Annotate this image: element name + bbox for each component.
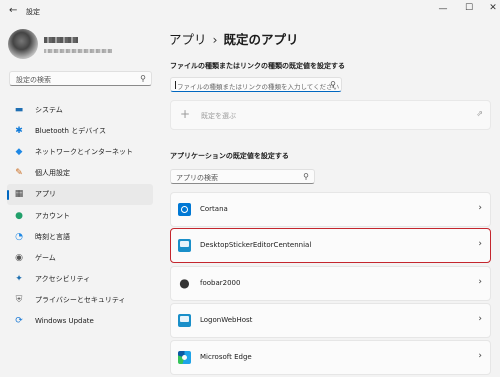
sidebar-item-7[interactable]: ◉ ゲーム (7, 247, 153, 268)
sidebar-item-label: アカウント (35, 211, 70, 220)
sidebar-item-label: 個人用設定 (35, 169, 70, 178)
app-row-logonwebhost[interactable]: LogonWebHost › (170, 303, 491, 338)
sidebar-item-icon: ✎ (15, 168, 23, 179)
chevron-right-icon: › (478, 314, 482, 324)
sidebar-item-icon: ✱ (15, 125, 23, 136)
settings-search-input[interactable]: 設定の検索 ⚲ (9, 71, 152, 86)
sidebar-item-icon: ⛨ (15, 295, 23, 306)
filetype-section-label: ファイルの種類またはリンクの種類の既定値を設定する (170, 62, 345, 70)
sidebar-item-icon: ✦ (15, 274, 23, 285)
sidebar-item-icon: ◔ (15, 231, 23, 242)
app-title: 設定 (26, 8, 40, 16)
app-search-input[interactable]: アプリの検索 ⚲ (170, 169, 315, 184)
sidebar-item-label: アクセシビリティ (35, 275, 91, 284)
breadcrumb-separator: › (212, 32, 218, 47)
back-arrow-icon[interactable]: ← (9, 5, 17, 16)
sidebar-nav: ▬ システム ✱ Bluetooth とデバイス ◆ ネットワークとインターネット ✎ 個人用… (7, 99, 153, 332)
sidebar-item-0[interactable]: ▬ システム (7, 99, 153, 120)
maximize-button[interactable]: ☐ (463, 3, 475, 13)
app-row-microsoft-edge[interactable]: Microsoft Edge › (170, 340, 491, 375)
open-external-icon: ⇗ (476, 109, 483, 118)
sidebar-item-1[interactable]: ✱ Bluetooth とデバイス (7, 120, 153, 141)
search-icon: ⚲ (140, 74, 146, 83)
settings-search-placeholder: 設定の検索 (16, 76, 51, 84)
app-row-cortana[interactable]: Cortana › (170, 192, 491, 227)
desktop-sticker-icon (178, 239, 191, 252)
text-caret (175, 81, 176, 89)
app-search-placeholder: アプリの検索 (176, 174, 218, 182)
chevron-right-icon: › (478, 239, 482, 249)
search-icon: ⚲ (303, 172, 309, 181)
chevron-right-icon: › (478, 203, 482, 213)
minimize-button[interactable]: — (437, 4, 449, 14)
alien-icon: ● (179, 276, 190, 290)
sidebar-item-6[interactable]: ◔ 時刻と言語 (7, 226, 153, 247)
close-button[interactable]: ✕ (487, 3, 499, 13)
plus-icon: + (180, 107, 191, 121)
sidebar-item-3[interactable]: ✎ 個人用設定 (7, 163, 153, 184)
choose-default-card[interactable]: + 既定を選ぶ ⇗ (170, 100, 491, 130)
user-name-redacted (44, 37, 78, 43)
sidebar-item-label: 時刻と言語 (35, 232, 70, 241)
sidebar-item-icon: ▬ (14, 104, 24, 115)
sidebar-item-label: Windows Update (35, 317, 94, 326)
apps-section-label: アプリケーションの既定値を設定する (170, 152, 289, 160)
cortana-icon (178, 203, 191, 216)
choose-default-label: 既定を選ぶ (201, 112, 236, 120)
app-name: foobar2000 (200, 279, 241, 287)
sidebar-item-4[interactable]: ▦ アプリ (7, 183, 153, 205)
filetype-search-input[interactable]: ファイルの種類またはリンクの種類を入力してください ⚲ (170, 77, 342, 92)
search-icon: ⚲ (330, 80, 336, 89)
sidebar-item-icon: ◆ (15, 146, 23, 157)
sidebar-item-label: ネットワークとインターネット (35, 147, 133, 156)
app-name: DesktopStickerEditorCentennial (200, 241, 312, 249)
sidebar-item-label: システム (35, 105, 63, 114)
sidebar-item-5[interactable]: ● アカウント (7, 205, 153, 226)
sidebar-item-10[interactable]: ⟳ Windows Update (7, 311, 153, 332)
logon-web-host-icon (178, 314, 191, 327)
page-title: 既定のアプリ (223, 32, 299, 47)
sidebar-item-icon: ● (15, 210, 23, 221)
app-name: Cortana (200, 205, 228, 213)
chevron-right-icon: › (478, 351, 482, 361)
sidebar-item-9[interactable]: ⛨ プライバシーとセキュリティ (7, 290, 153, 311)
sidebar-item-label: アプリ (35, 190, 56, 199)
sidebar-item-label: プライバシーとセキュリティ (35, 296, 126, 305)
app-name: LogonWebHost (200, 316, 253, 324)
sidebar-item-icon: ⟳ (15, 316, 23, 327)
breadcrumb-parent[interactable]: アプリ (169, 32, 207, 47)
app-row-desktop-sticker-editor[interactable]: DesktopStickerEditorCentennial › (170, 228, 491, 263)
app-row-foobar2000[interactable]: ● foobar2000 › (170, 266, 491, 301)
app-name: Microsoft Edge (200, 353, 252, 361)
edge-icon (178, 351, 191, 364)
sidebar-item-label: ゲーム (35, 253, 56, 262)
sidebar-item-icon: ◉ (15, 252, 23, 263)
sidebar-item-2[interactable]: ◆ ネットワークとインターネット (7, 141, 153, 162)
sidebar-item-8[interactable]: ✦ アクセシビリティ (7, 269, 153, 290)
avatar[interactable] (8, 29, 38, 59)
chevron-right-icon: › (478, 277, 482, 287)
breadcrumb: アプリ › 既定のアプリ (169, 29, 299, 48)
title-bar: ← 設定 — ☐ ✕ (0, 0, 500, 22)
user-email-redacted (44, 49, 112, 53)
filetype-search-placeholder: ファイルの種類またはリンクの種類を入力してください (177, 83, 340, 91)
sidebar-item-label: Bluetooth とデバイス (35, 126, 106, 135)
sidebar-item-icon: ▦ (14, 189, 24, 200)
